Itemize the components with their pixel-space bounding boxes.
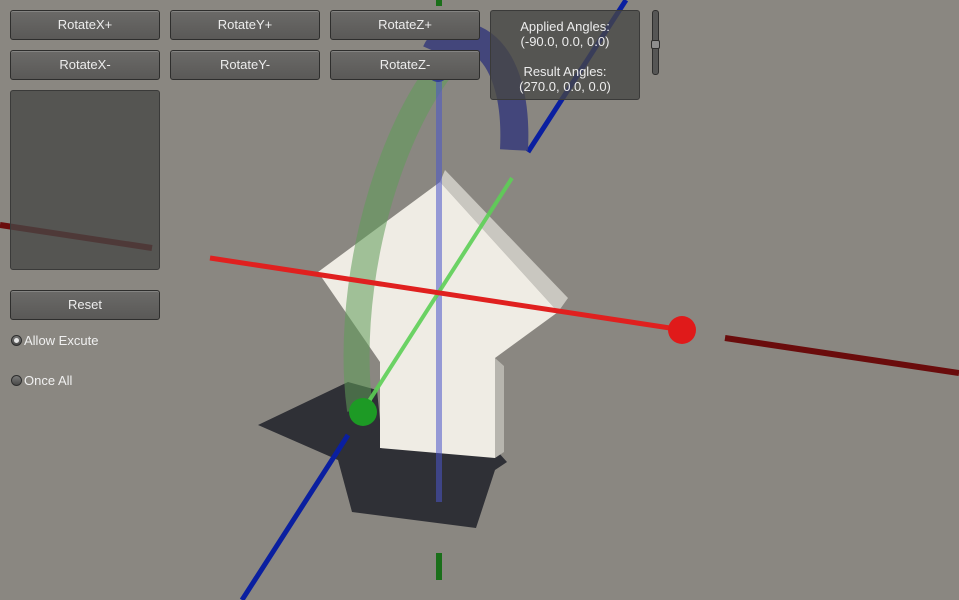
once-all-radio-icon[interactable]: [11, 375, 22, 386]
rotate-z-plus-button[interactable]: RotateZ+: [330, 10, 480, 40]
allow-execute-radio-icon[interactable]: [11, 335, 22, 346]
angles-info-panel: Applied Angles: (-90.0, 0.0, 0.0) Result…: [490, 10, 640, 100]
once-all-label: Once All: [24, 373, 73, 388]
rotate-x-plus-button[interactable]: RotateX+: [10, 10, 160, 40]
rotate-y-plus-button[interactable]: RotateY+: [170, 10, 320, 40]
reset-button[interactable]: Reset: [10, 290, 160, 320]
rotate-z-minus-button[interactable]: RotateZ-: [330, 50, 480, 80]
slider-thumb[interactable]: [651, 40, 660, 49]
result-angles-value: (270.0, 0.0, 0.0): [519, 79, 611, 94]
allow-execute-label: Allow Excute: [24, 333, 99, 348]
z-axis-lower: [239, 433, 351, 600]
x-handle[interactable]: [668, 316, 696, 344]
arrow-stem-side: [495, 358, 504, 458]
applied-angles-value: (-90.0, 0.0, 0.0): [520, 34, 610, 49]
allow-execute-toggle[interactable]: Allow Excute: [11, 333, 98, 348]
x-axis-far-right: [724, 335, 959, 376]
once-all-toggle[interactable]: Once All: [11, 373, 72, 388]
vertical-slider[interactable]: [651, 10, 660, 75]
result-angles-label: Result Angles:: [523, 64, 607, 79]
rotate-x-minus-button[interactable]: RotateX-: [10, 50, 160, 80]
rotate-y-minus-button[interactable]: RotateY-: [170, 50, 320, 80]
applied-angles-label: Applied Angles:: [520, 19, 610, 34]
y-handle[interactable]: [349, 398, 377, 426]
preview-panel: [10, 90, 160, 270]
